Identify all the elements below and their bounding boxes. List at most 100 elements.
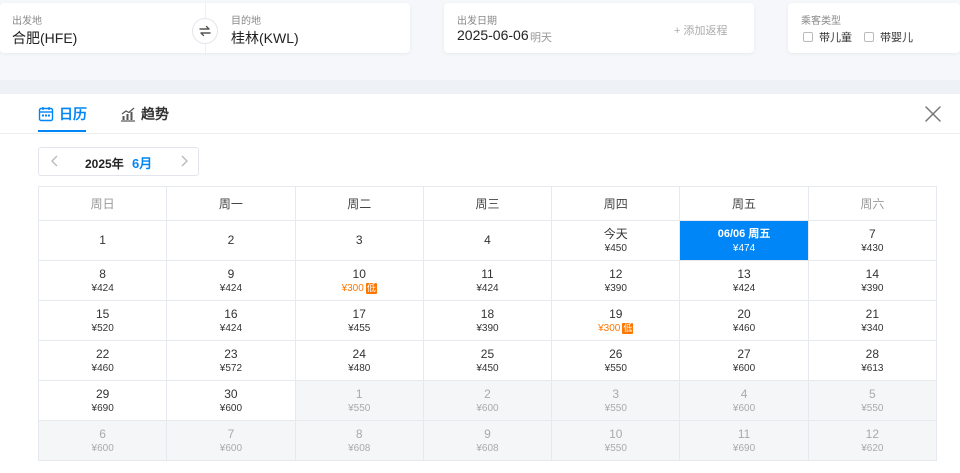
calendar-day[interactable]: 12 ¥620 (808, 421, 937, 461)
child-checkbox[interactable]: 带儿童 (803, 29, 852, 45)
calendar-day[interactable]: 2 (167, 221, 296, 261)
close-icon[interactable] (924, 105, 942, 123)
calendar-day[interactable]: 19 ¥300 低 (552, 301, 681, 341)
calendar-day[interactable]: 1 (39, 221, 168, 261)
day-label: 06/06 周五 (717, 227, 771, 240)
day-price-row: ¥690 (733, 442, 755, 455)
calendar-day[interactable]: 18 ¥390 (423, 301, 553, 341)
passenger-type-label: 乘客类型 (801, 16, 841, 27)
calendar-day[interactable]: 8 ¥424 (39, 261, 168, 301)
calendar-day[interactable]: 25 ¥450 (423, 341, 553, 381)
infant-checkbox[interactable]: 带婴儿 (864, 29, 913, 45)
month-nav-month[interactable]: 6月 (132, 153, 152, 172)
day-label: 16 (224, 306, 238, 321)
to-field[interactable]: 桂林(KWL) (231, 28, 299, 48)
calendar-day[interactable]: 10 ¥550 (552, 421, 681, 461)
date-field[interactable]: 2025-06-06 (457, 27, 529, 43)
day-price-row: ¥430 (861, 242, 883, 255)
from-label: 出发地 (12, 16, 42, 27)
tab-calendar-label: 日历 (59, 106, 87, 122)
day-price: ¥450 (604, 242, 627, 254)
day-price-row: ¥390 (476, 322, 498, 335)
calendar-day[interactable]: 今天 ¥450 (552, 221, 681, 261)
day-price: ¥390 (604, 282, 627, 294)
calendar-day[interactable]: 26 ¥550 (552, 341, 681, 381)
day-price-row: ¥600 (476, 402, 498, 415)
tab-trend[interactable]: 趋势 (120, 104, 169, 124)
calendar-day[interactable]: 7 ¥430 (808, 221, 937, 261)
day-label: 17 (352, 306, 366, 321)
day-price-row: ¥450 (476, 362, 498, 375)
weekday-header-row: 周日 周一 周二 周三 周四 周五 周六 (39, 187, 937, 221)
day-label: 14 (865, 266, 879, 281)
day-label: 26 (609, 346, 623, 361)
day-price-row: ¥460 (92, 362, 114, 375)
swap-icon (199, 25, 211, 37)
calendar-day[interactable]: 9 ¥424 (167, 261, 296, 301)
calendar-day[interactable]: 4 ¥600 (680, 381, 809, 421)
chevron-left-icon[interactable] (48, 153, 62, 169)
calendar-day[interactable]: 16 ¥424 (167, 301, 296, 341)
calendar-day[interactable]: 11 ¥690 (680, 421, 809, 461)
weekday-header: 周四 (552, 187, 681, 221)
day-label: 9 (484, 426, 491, 441)
day-label: 3 (612, 386, 620, 401)
calendar-day[interactable]: 2 ¥600 (423, 381, 553, 421)
calendar-day[interactable]: 20 ¥460 (680, 301, 809, 341)
price-calendar-grid: 周日 周一 周二 周三 周四 周五 周六 1 2 3 4 今天 ¥450 06/06 周五 ¥… (38, 186, 937, 461)
calendar-day[interactable]: 15 ¥520 (39, 301, 168, 341)
calendar-day[interactable]: 8 ¥608 (295, 421, 424, 461)
day-price: ¥600 (219, 402, 243, 414)
day-price: ¥430 (861, 242, 884, 254)
calendar-day[interactable]: 13 ¥424 (680, 261, 809, 301)
day-price: ¥474 (732, 242, 756, 254)
search-bar: 出发地 合肥(HFE) 目的地 桂林(KWL) 出发日期 2025-06-06 … (0, 0, 960, 80)
calendar-day[interactable]: 10 ¥300 低 (295, 261, 424, 301)
calendar-day[interactable]: 22 ¥460 (39, 341, 168, 381)
day-price: ¥600 (91, 442, 114, 454)
calendar-day[interactable]: 6 ¥600 (39, 421, 168, 461)
day-price: ¥455 (348, 322, 371, 334)
date-box[interactable]: 出发日期 2025-06-06 明天 + 添加返程 (444, 3, 754, 53)
calendar-day[interactable]: 7 ¥600 (167, 421, 296, 461)
day-price-row: ¥300 低 (598, 322, 634, 335)
day-price: ¥600 (219, 442, 243, 454)
day-price-row: ¥455 (348, 322, 370, 335)
calendar-body: 1 2 3 4 今天 ¥450 06/06 周五 ¥474 7 ¥430 8 ¥424 9 ¥424 10 ¥… (39, 221, 937, 461)
calendar-day[interactable]: 23 ¥572 (167, 341, 296, 381)
calendar-day[interactable]: 11 ¥424 (423, 261, 553, 301)
calendar-day[interactable]: 17 ¥455 (295, 301, 424, 341)
day-price-row: ¥474 (733, 242, 755, 255)
day-label: 23 (224, 346, 238, 361)
calendar-day[interactable]: 28 ¥613 (808, 341, 937, 381)
day-price: ¥390 (476, 322, 499, 334)
calendar-day-selected[interactable]: 06/06 周五 ¥474 (680, 221, 809, 261)
chevron-right-icon[interactable] (177, 153, 191, 169)
calendar-day[interactable]: 3 (295, 221, 424, 261)
calendar-day[interactable]: 12 ¥390 (552, 261, 681, 301)
passenger-box: 乘客类型 带儿童 带婴儿 (788, 3, 960, 53)
day-label: 24 (352, 346, 366, 361)
from-field[interactable]: 合肥(HFE) (12, 28, 77, 48)
tab-calendar[interactable]: 日历 (38, 104, 87, 124)
day-price: ¥690 (732, 442, 756, 454)
calendar-day[interactable]: 29 ¥690 (39, 381, 168, 421)
day-label: 7 (227, 426, 235, 441)
swap-button[interactable] (192, 18, 218, 44)
calendar-day[interactable]: 1 ¥550 (295, 381, 424, 421)
add-return-button[interactable]: + 添加返程 (674, 22, 727, 38)
calendar-day[interactable]: 3 ¥550 (552, 381, 681, 421)
calendar-day[interactable]: 14 ¥390 (808, 261, 937, 301)
low-price-badge: 低 (622, 322, 634, 334)
day-price: ¥460 (732, 322, 756, 334)
calendar-day[interactable]: 24 ¥480 (295, 341, 424, 381)
calendar-day[interactable]: 9 ¥608 (423, 421, 553, 461)
calendar-day[interactable]: 30 ¥600 (167, 381, 296, 421)
day-label: 21 (865, 306, 879, 321)
calendar-day[interactable]: 21 ¥340 (808, 301, 937, 341)
day-price-row: ¥550 (861, 402, 883, 415)
calendar-day[interactable]: 4 (423, 221, 553, 261)
calendar-day[interactable]: 27 ¥600 (680, 341, 809, 381)
calendar-day[interactable]: 5 ¥550 (808, 381, 937, 421)
day-price-row: ¥424 (220, 282, 242, 295)
